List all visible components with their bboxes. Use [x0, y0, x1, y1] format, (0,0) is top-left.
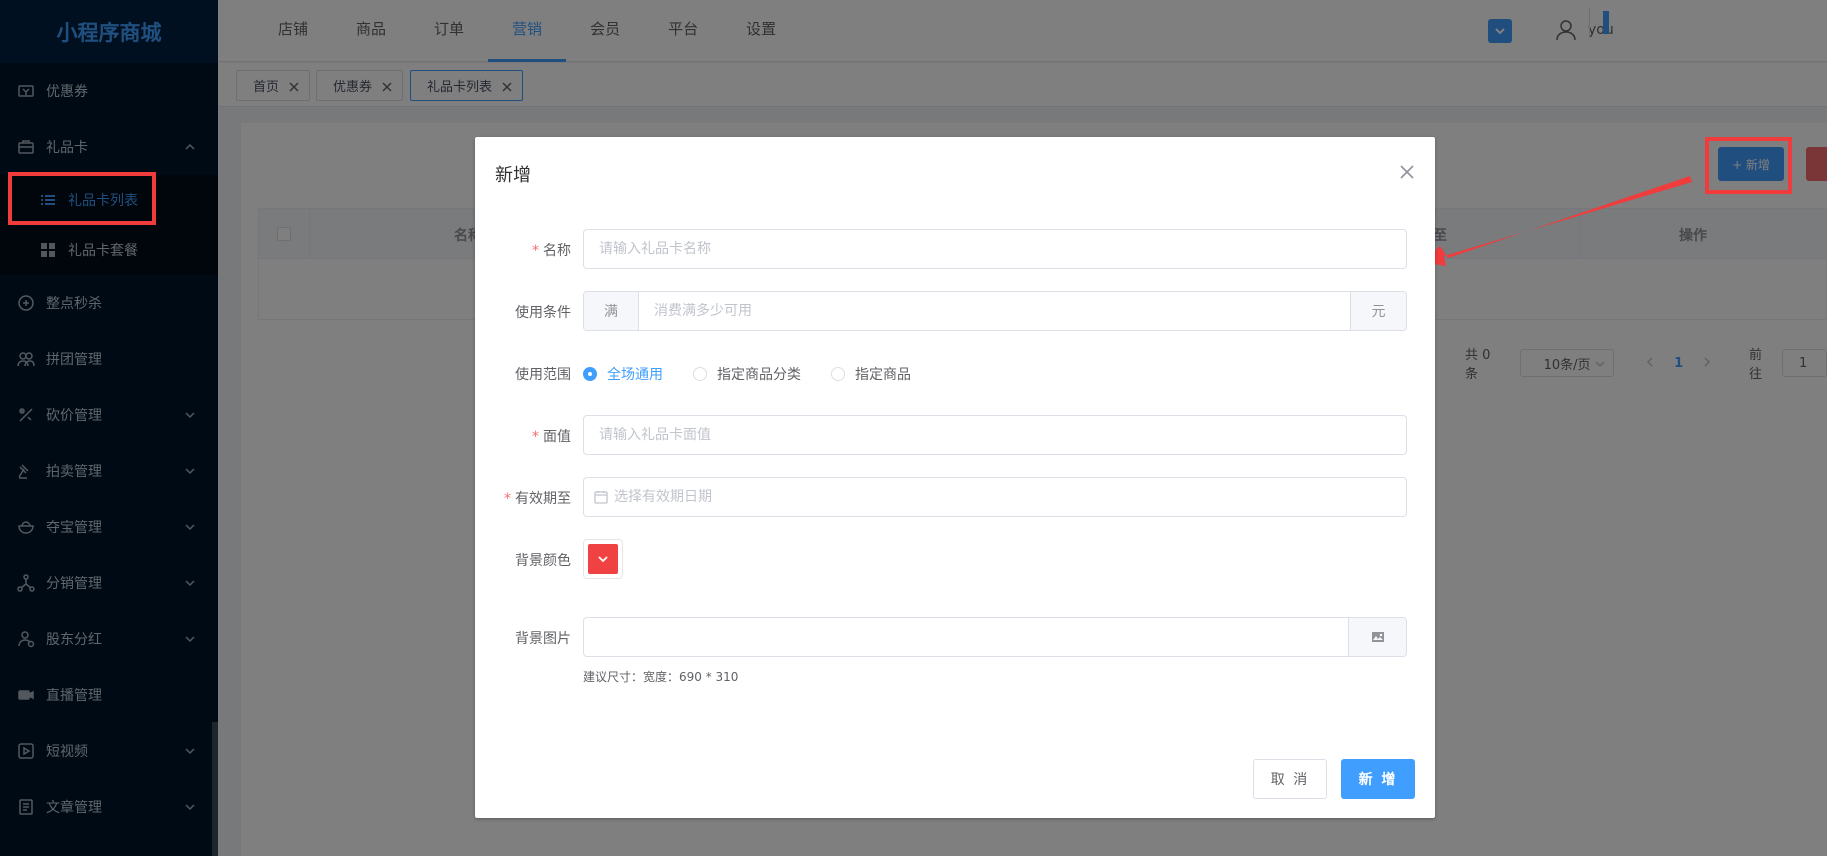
radio-dot[interactable] — [831, 367, 845, 381]
image-upload-button[interactable] — [1348, 618, 1406, 656]
form-row-expiry: * 有效期至 — [475, 477, 1435, 517]
scope-radio-all[interactable]: 全场通用 — [583, 364, 663, 384]
close-icon[interactable] — [1400, 165, 1414, 179]
bg-color-picker[interactable] — [583, 539, 623, 579]
field-label-scope: 使用范围 — [515, 367, 571, 383]
field-label-name: * 名称 — [532, 240, 571, 260]
required-mark: * — [504, 491, 511, 507]
bg-image-input-group — [583, 617, 1407, 657]
bg-image-input[interactable] — [599, 629, 1348, 645]
label-text: 有效期至 — [515, 491, 571, 507]
face-value-field[interactable] — [583, 415, 1407, 455]
image-icon — [1371, 632, 1384, 642]
label-text: 名称 — [543, 243, 571, 259]
required-mark: * — [532, 243, 539, 259]
name-input[interactable] — [599, 241, 1406, 257]
field-label-face-value: * 面值 — [532, 426, 571, 446]
face-value-input[interactable] — [599, 427, 1406, 443]
chevron-down-icon — [598, 556, 608, 563]
scope-radio-goods[interactable]: 指定商品 — [831, 364, 911, 384]
field-label-condition: 使用条件 — [515, 305, 571, 321]
field-label-expiry: * 有效期至 — [504, 488, 571, 508]
expiry-input[interactable] — [614, 489, 1406, 505]
bg-image-hint: 建议尺寸：宽度：690 * 310 — [583, 670, 739, 684]
field-label-bg-color: 背景颜色 — [515, 553, 571, 569]
form-row-bg-image: 背景图片 — [475, 617, 1435, 657]
form-row-name: * 名称 — [475, 229, 1435, 269]
expiry-date-picker[interactable] — [583, 477, 1407, 517]
field-label-bg-image: 背景图片 — [515, 631, 571, 647]
radio-dot[interactable] — [583, 367, 597, 381]
form-row-face-value: * 面值 — [475, 415, 1435, 455]
calendar-icon — [594, 490, 608, 504]
label-text: 面值 — [543, 429, 571, 445]
submit-button[interactable]: 新 增 — [1341, 759, 1415, 799]
condition-prefix: 满 — [584, 292, 639, 330]
radio-label: 全场通用 — [607, 367, 663, 383]
annotation-box-sidebar — [8, 172, 156, 225]
condition-input-group: 满 元 — [583, 291, 1407, 331]
radio-dot[interactable] — [693, 367, 707, 381]
scope-radio-group: 全场通用 指定商品分类 指定商品 — [583, 364, 941, 384]
form-row-condition: 使用条件 满 元 — [475, 291, 1435, 331]
radio-label: 指定商品 — [855, 367, 911, 383]
annotation-box-add-button — [1705, 137, 1792, 194]
dialog-title: 新增 — [495, 165, 531, 186]
radio-label: 指定商品分类 — [717, 367, 801, 383]
add-gift-card-dialog: 新增 *名称 使用条件 满 元 使用范围 全场通用 指定商品分类 指定商品 *面… — [475, 137, 1435, 818]
form-row-scope: 使用范围 全场通用 指定商品分类 指定商品 — [475, 353, 1435, 393]
name-field[interactable] — [583, 229, 1407, 269]
form-row-bg-color: 背景颜色 — [475, 539, 1435, 579]
condition-suffix: 元 — [1350, 292, 1406, 330]
condition-input[interactable] — [654, 303, 1350, 319]
scope-radio-category[interactable]: 指定商品分类 — [693, 364, 801, 384]
color-swatch[interactable] — [588, 544, 618, 574]
required-mark: * — [532, 429, 539, 445]
cancel-button[interactable]: 取 消 — [1253, 759, 1327, 799]
